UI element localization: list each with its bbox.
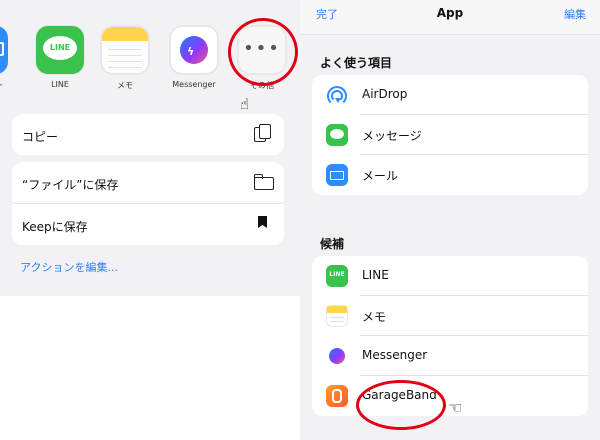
favorites-item-airdrop[interactable]: AirDrop [312,75,588,115]
edit-actions-link[interactable]: アクションを編集... [20,259,118,275]
share-app-label: Messenger [172,80,216,89]
line-app-icon: LINE [36,26,84,74]
share-app-messenger[interactable]: ϟ Messenger [166,26,222,89]
notes-app-icon [101,26,149,74]
share-app-label: メモ [117,81,133,90]
action-copy[interactable]: コピー [12,114,284,155]
suggestions-item-line[interactable]: LINE LINE [312,256,588,296]
messenger-app-icon: ϟ [170,26,218,74]
copy-icon [254,124,272,144]
share-app-line[interactable]: LINE LINE [32,26,88,89]
favorites-section-title: よく使う項目 [320,56,393,70]
suggestions-list: LINE LINE メモ Messenger GarageBand [312,256,588,416]
folder-icon [254,172,274,192]
messages-icon [326,124,348,146]
mail-icon [326,164,348,186]
pointing-hand-icon: ☜ [448,398,463,417]
partial-app-label: ー [0,80,3,91]
action-save-to-files[interactable]: “ファイル”に保存 [12,162,284,204]
share-actions-group-2: “ファイル”に保存 Keepに保存 [12,162,284,245]
share-sheet-panel: ー LINE LINE メモ [0,0,300,440]
suggestions-item-messenger[interactable]: Messenger [312,336,588,376]
highlight-oval [228,18,298,86]
split-screenshot: ー LINE LINE メモ [0,0,600,440]
garageband-icon [326,385,348,407]
bookmark-icon [254,214,272,234]
favorites-item-mail[interactable]: メール [312,155,588,195]
highlight-oval [356,380,446,430]
nav-bar: 完了 App 編集 [300,0,600,35]
share-app-label: LINE [51,80,69,89]
messenger-app-icon [326,345,348,367]
suggestions-section-title: 候補 [320,237,345,251]
pointing-hand-icon: ☝ [240,95,250,113]
favorites-item-messages[interactable]: メッセージ [312,115,588,155]
notes-app-icon [326,305,348,327]
share-sheet: ー LINE LINE メモ [0,0,300,296]
share-app-row: ー LINE LINE メモ [0,0,300,113]
share-app-notes[interactable]: メモ [97,26,153,91]
line-app-icon: LINE [326,265,348,287]
page-title: App [436,6,464,20]
share-actions-group-1: コピー [12,114,284,155]
suggestions-item-notes[interactable]: メモ [312,296,588,336]
favorites-list: AirDrop メッセージ メール [312,75,588,195]
mail-app-icon[interactable] [0,26,8,74]
action-save-to-keep[interactable]: Keepに保存 [12,204,284,245]
airdrop-icon [326,84,348,106]
app-list-editor: 完了 App 編集 よく使う項目 AirDrop メッセージ メール 候補 LI… [300,0,600,440]
edit-button[interactable]: 編集 [564,6,586,22]
